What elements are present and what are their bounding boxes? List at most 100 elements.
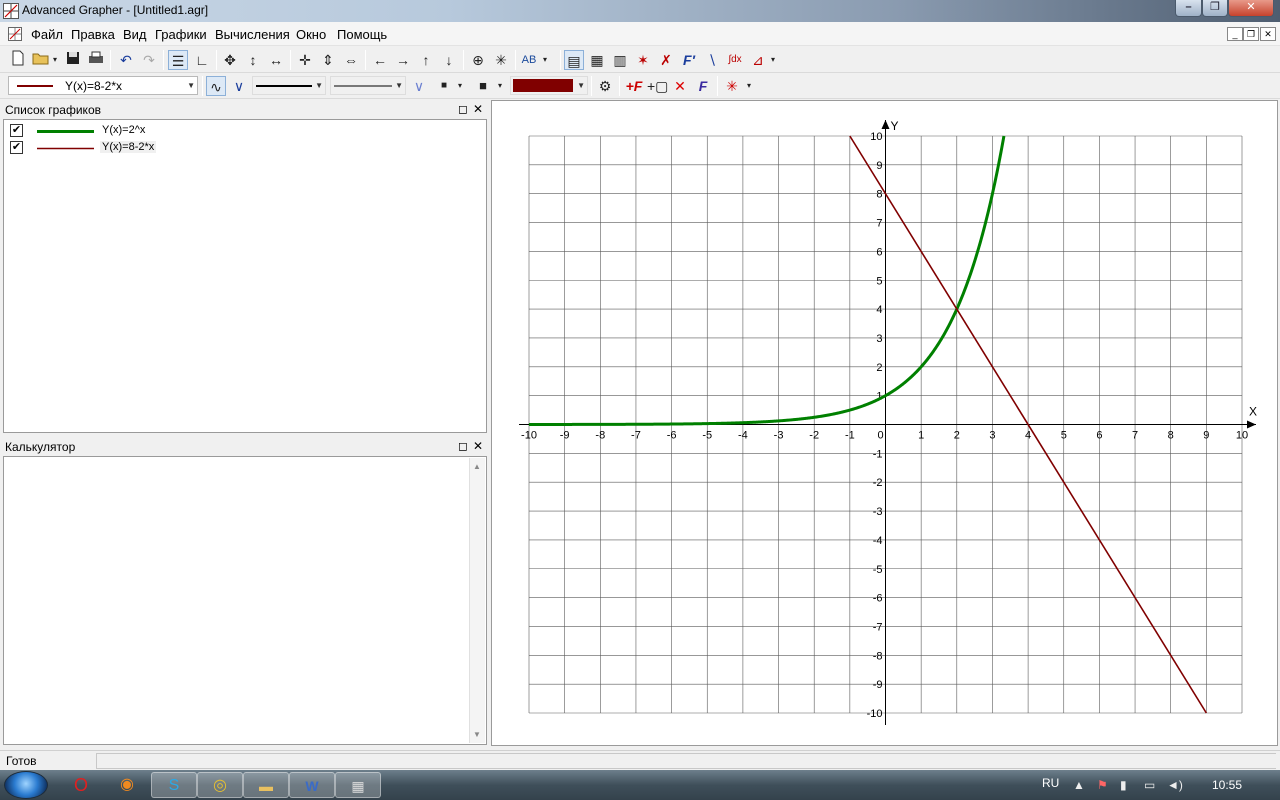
menu-calculations[interactable]: Вычисления — [215, 27, 290, 42]
edit-graph-icon[interactable]: F — [693, 76, 713, 96]
calculator-icon[interactable]: ▦ — [587, 50, 607, 70]
graph-properties-icon[interactable]: ⚙ — [595, 76, 615, 96]
graph-list-toggle-icon[interactable]: ☰ — [168, 50, 188, 70]
start-button[interactable] — [4, 771, 48, 799]
save-icon[interactable] — [63, 50, 83, 70]
calculator-area[interactable]: ▲ ▼ — [3, 456, 487, 745]
scroll-down-icon[interactable]: ↓ — [439, 50, 459, 70]
move-horizontal-icon[interactable]: ↔ — [266, 50, 286, 70]
center-icon[interactable]: ⊕ — [468, 50, 488, 70]
calculator-scrollbar[interactable]: ▲ ▼ — [469, 458, 485, 743]
tangent-icon[interactable]: ∖ — [702, 50, 722, 70]
scroll-right-icon[interactable]: → — [393, 50, 413, 70]
tray-flag-icon[interactable]: ⚑ — [1097, 778, 1108, 792]
zoom-vertical-icon[interactable]: ⇕ — [318, 50, 338, 70]
panel-float-icon[interactable]: ◻ — [456, 439, 470, 453]
panel-close-icon[interactable]: ✕ — [471, 102, 485, 116]
panel-float-icon[interactable]: ◻ — [456, 102, 470, 116]
graph-list-header: Список графиков ◻ ✕ — [0, 101, 488, 119]
move-vertical-icon[interactable]: ↕ — [243, 50, 263, 70]
zoom-horizontal-icon[interactable]: ⇔ — [341, 50, 361, 70]
delete-graph-icon[interactable]: ✕ — [670, 76, 690, 96]
add-graph-icon[interactable]: +F — [624, 76, 644, 96]
mdi-close-button[interactable]: ✕ — [1260, 27, 1276, 41]
graph-list-item[interactable]: ✔ Y(x)=2^x — [10, 123, 310, 139]
y-tick-label: -5 — [873, 564, 883, 576]
tray-expand-icon[interactable]: ▲ — [1073, 778, 1085, 792]
color-select[interactable]: ▼ — [510, 76, 588, 95]
graph-list-item[interactable]: ✔ Y(x)=8-2*x — [10, 140, 310, 156]
trace-icon[interactable]: ✳ — [722, 76, 742, 96]
panel-close-icon[interactable]: ✕ — [471, 439, 485, 453]
firefox-icon[interactable]: ◉ — [104, 772, 150, 798]
table-icon[interactable]: ▥ — [610, 50, 630, 70]
mdi-restore-button[interactable]: ❐ — [1243, 27, 1259, 41]
graph-visibility-checkbox[interactable]: ✔ — [10, 141, 23, 154]
tray-power-icon[interactable]: ▮ — [1120, 778, 1127, 792]
undo-icon[interactable]: ↶ — [116, 50, 136, 70]
maximize-button[interactable]: ❐ — [1202, 0, 1228, 17]
fit-icon[interactable]: ✳ — [491, 50, 511, 70]
intersection-icon[interactable]: ✗ — [656, 50, 676, 70]
graph-select[interactable]: Y(x)=8-2*x ▼ — [8, 76, 198, 95]
move-icon[interactable]: ✥ — [220, 50, 240, 70]
scroll-up-icon[interactable]: ↑ — [416, 50, 436, 70]
line-style-select[interactable]: ▼ — [252, 76, 326, 95]
text-dropdown-icon[interactable]: ▾ — [540, 50, 550, 70]
mdi-minimize-button[interactable]: _ — [1227, 27, 1243, 41]
broken-line-icon[interactable]: ∨ — [229, 76, 249, 96]
line-width-select[interactable]: ▼ — [330, 76, 406, 95]
regression-icon[interactable]: ⊿ — [748, 50, 768, 70]
add-table-icon[interactable]: +▢ — [647, 76, 668, 96]
skype-icon[interactable]: S — [151, 772, 197, 798]
trace-dropdown-icon[interactable]: ▾ — [744, 76, 754, 96]
graph-area[interactable]: X Y -10 -9 -8 -7 -6 -5 -4 -3 -2 -1 0 1 2 3 4 5 6 7 8 9 10 10 9 8 7… — [491, 100, 1278, 746]
graph-canvas[interactable]: XY-10 -9 -8 -7 -6 -5 -4 -3 -2 -1 0 1 2 3 4 5 6 7 8 9 1010987… — [492, 101, 1277, 745]
more-tools-dropdown-icon[interactable]: ▾ — [768, 50, 778, 70]
opera-icon[interactable]: O — [58, 772, 104, 798]
tray-network-icon[interactable]: ▭ — [1144, 778, 1155, 792]
open-dropdown-icon[interactable]: ▾ — [50, 50, 60, 70]
derivative-icon[interactable]: F′ — [679, 50, 699, 70]
menu-graphs[interactable]: Графики — [155, 27, 207, 42]
integral-icon[interactable]: ∫dx — [725, 50, 745, 70]
new-file-icon[interactable] — [8, 50, 28, 70]
tray-volume-icon[interactable]: ◄) — [1167, 778, 1183, 792]
y-tick-label: -4 — [873, 535, 883, 547]
clock[interactable]: 10:55 — [1212, 778, 1242, 792]
word-icon[interactable]: W — [289, 772, 335, 798]
document-icon[interactable] — [7, 26, 23, 42]
menu-view[interactable]: Вид — [123, 27, 147, 42]
minimize-button[interactable]: – — [1175, 0, 1202, 17]
x-tick-label: 3 — [989, 430, 995, 442]
zoom-in-icon[interactable]: ✛ — [295, 50, 315, 70]
text-label-icon[interactable]: AB — [519, 50, 539, 70]
menu-file[interactable]: Файл — [31, 27, 63, 42]
menu-window[interactable]: Окно — [296, 27, 326, 42]
x-tick-label: -7 — [631, 430, 641, 442]
redo-icon[interactable]: ↷ — [139, 50, 159, 70]
graph-visibility-checkbox[interactable]: ✔ — [10, 124, 23, 137]
marker-fill-dropdown-icon[interactable]: ▾ — [495, 76, 505, 96]
menu-help[interactable]: Помощь — [337, 27, 387, 42]
scroll-left-icon[interactable]: ← — [370, 50, 390, 70]
marker-fill-icon[interactable]: ■ — [473, 76, 493, 96]
advanced-grapher-taskbar-icon[interactable]: ▦ — [335, 772, 381, 798]
language-indicator[interactable]: RU — [1042, 776, 1059, 790]
menu-edit[interactable]: Правка — [71, 27, 115, 42]
print-icon[interactable] — [86, 50, 106, 70]
find-roots-icon[interactable]: ✶ — [633, 50, 653, 70]
open-folder-icon[interactable] — [31, 50, 51, 70]
close-button[interactable]: ✕ — [1228, 0, 1274, 17]
marker-shape-dropdown-icon[interactable]: ▾ — [455, 76, 465, 96]
taskbar: O ◉ S ◎ ▬ W ▦ RU ▲ ⚑ ▮ ▭ ◄) 10:55 — [0, 770, 1280, 800]
chrome-icon[interactable]: ◎ — [197, 772, 243, 798]
scroll-up-arrow-icon[interactable]: ▲ — [473, 462, 481, 471]
scroll-down-arrow-icon[interactable]: ▼ — [473, 730, 481, 739]
smooth-line-icon[interactable]: ∿ — [206, 76, 226, 96]
marker-shape-icon[interactable]: ■ — [434, 76, 454, 96]
document-view-icon[interactable]: ▤ — [564, 50, 584, 70]
point-style-icon[interactable]: ∨ — [409, 76, 429, 96]
explorer-folder-icon[interactable]: ▬ — [243, 772, 289, 798]
axes-icon[interactable]: ∟ — [192, 50, 212, 70]
